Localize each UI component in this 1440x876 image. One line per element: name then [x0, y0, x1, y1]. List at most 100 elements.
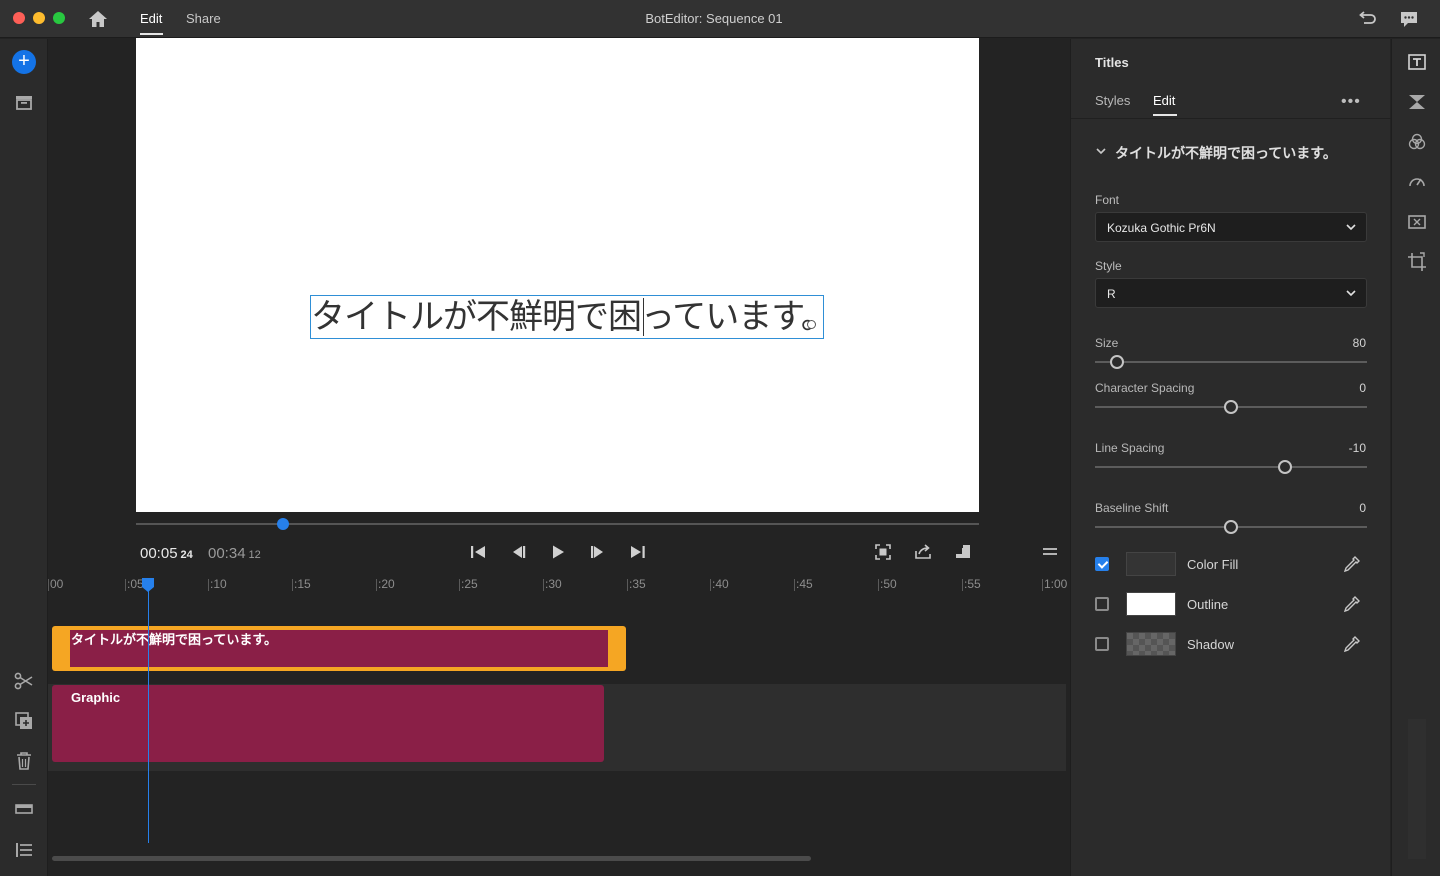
size-label: Size	[1095, 336, 1119, 350]
program-monitor[interactable]: タイトルが不鮮明で困っています。	[136, 38, 979, 512]
titles-icon[interactable]	[1406, 51, 1428, 73]
ruler-tick: :35	[627, 577, 646, 591]
color-fill-checkbox[interactable]	[1095, 557, 1109, 571]
scrubber-knob[interactable]	[277, 518, 289, 530]
rail-scrollbar[interactable]	[1408, 719, 1426, 859]
shadow-label: Shadow	[1187, 637, 1234, 652]
ruler-tick: :15	[292, 577, 311, 591]
title-clip-label: タイトルが不鮮明で困っています。	[71, 632, 278, 647]
ruler-tick: 1:00	[1041, 577, 1068, 591]
chevron-down-icon[interactable]	[1095, 145, 1107, 157]
character-spacing-label: Character Spacing	[1095, 381, 1195, 395]
add-media-icon[interactable]: +	[12, 50, 36, 74]
audio-icon[interactable]	[1406, 211, 1428, 233]
scrubber-track[interactable]	[136, 523, 979, 525]
character-spacing-slider-knob[interactable]	[1224, 400, 1238, 414]
text-caret	[643, 298, 644, 336]
fit-frame-icon[interactable]	[873, 542, 893, 562]
go-to-start-icon[interactable]	[468, 542, 488, 562]
play-icon[interactable]	[548, 542, 568, 562]
title-text-box[interactable]: タイトルが不鮮明で困っています。	[310, 295, 824, 339]
graphic-clip[interactable]: Graphic	[52, 685, 604, 762]
trash-icon[interactable]	[12, 749, 36, 773]
baseline-shift-slider-knob[interactable]	[1224, 520, 1238, 534]
window-title: BotEditor: Sequence 01	[645, 11, 783, 26]
line-spacing-slider-knob[interactable]	[1278, 460, 1293, 474]
panel-divider	[1071, 118, 1391, 119]
panel-title: Titles	[1095, 55, 1129, 70]
track-icon[interactable]	[12, 797, 36, 821]
character-spacing-value[interactable]: 0	[1359, 381, 1366, 395]
style-select[interactable]: R	[1095, 278, 1367, 308]
tab-edit-underline-panel	[1153, 114, 1177, 116]
ruler-tick: :45	[794, 577, 813, 591]
timeline-ruler[interactable]: 00 :05 :10 :15 :20 :25 :30 :35 :40 :45 :…	[47, 577, 1068, 599]
resize-handle[interactable]	[807, 320, 816, 329]
line-spacing-value[interactable]: -10	[1349, 441, 1366, 455]
section-title[interactable]: タイトルが不鮮明で困っています。	[1115, 143, 1337, 163]
feedback-icon[interactable]	[1398, 8, 1420, 30]
list-icon[interactable]	[12, 838, 36, 862]
chevron-down-icon	[1345, 287, 1357, 299]
size-value[interactable]: 80	[1353, 336, 1366, 350]
right-tool-rail	[1391, 39, 1440, 876]
tab-edit-panel[interactable]: Edit	[1153, 93, 1175, 108]
graphic-clip-label: Graphic	[71, 690, 121, 705]
color-fill-label: Color Fill	[1187, 557, 1239, 572]
tab-edit-underline	[140, 33, 163, 35]
ruler-tick: :50	[878, 577, 897, 591]
duration-timecode: 00:34 12	[208, 545, 261, 562]
size-slider-track[interactable]	[1095, 361, 1367, 363]
playhead-icon[interactable]	[141, 577, 155, 593]
ruler-tick: :10	[208, 577, 227, 591]
current-time: 00:05	[140, 545, 178, 562]
title-text[interactable]: タイトルが不鮮明で困っています。	[311, 296, 823, 338]
quality-icon[interactable]	[953, 542, 973, 562]
outline-swatch[interactable]	[1126, 592, 1176, 616]
ruler-tick: 00	[47, 577, 64, 591]
export-frame-icon[interactable]	[913, 542, 933, 562]
font-select[interactable]: Kozuka Gothic Pr6N	[1095, 212, 1367, 242]
current-frame: 24	[180, 549, 193, 561]
go-to-end-icon[interactable]	[628, 542, 648, 562]
ruler-tick: :55	[962, 577, 981, 591]
ruler-tick: :25	[459, 577, 478, 591]
shadow-swatch[interactable]	[1126, 632, 1176, 656]
outline-label: Outline	[1187, 597, 1229, 612]
transitions-icon[interactable]	[1406, 91, 1428, 113]
playhead-line	[148, 584, 149, 843]
ruler-tick: :20	[376, 577, 395, 591]
eyedropper-icon[interactable]	[1343, 555, 1361, 573]
speed-icon[interactable]	[1406, 171, 1428, 193]
more-options-icon[interactable]: •••	[1341, 93, 1361, 111]
baseline-shift-value[interactable]: 0	[1359, 501, 1366, 515]
outline-checkbox[interactable]	[1095, 597, 1109, 611]
timeline-scrollbar[interactable]	[52, 856, 811, 861]
color-icon[interactable]	[1406, 131, 1428, 153]
line-spacing-slider-track[interactable]	[1095, 466, 1367, 468]
crop-icon[interactable]	[1406, 251, 1428, 273]
shadow-checkbox[interactable]	[1095, 637, 1109, 651]
step-back-icon[interactable]	[508, 542, 528, 562]
eyedropper-icon[interactable]	[1343, 635, 1361, 653]
size-slider-knob[interactable]	[1109, 355, 1124, 369]
title-clip[interactable]: タイトルが不鮮明で困っています。	[52, 626, 626, 671]
timeline-menu-icon[interactable]	[1040, 542, 1060, 562]
tab-styles[interactable]: Styles	[1095, 93, 1130, 108]
baseline-shift-label: Baseline Shift	[1095, 501, 1169, 515]
duplicate-icon[interactable]	[12, 709, 36, 733]
toolbar-divider	[12, 784, 36, 785]
eyedropper-icon[interactable]	[1343, 595, 1361, 613]
ruler-tick: :40	[710, 577, 729, 591]
undo-icon[interactable]	[1356, 8, 1378, 30]
step-forward-icon[interactable]	[588, 542, 608, 562]
color-fill-swatch[interactable]	[1126, 552, 1176, 576]
ruler-tick: :30	[543, 577, 562, 591]
style-select-value: R	[1107, 287, 1116, 301]
duration-time: 00:34	[208, 545, 246, 562]
style-label: Style	[1095, 259, 1122, 273]
titles-panel: Titles Styles Edit ••• タイトルが不鮮明で困っています。 …	[1070, 39, 1391, 876]
scissors-icon[interactable]	[12, 669, 36, 693]
duration-frame: 12	[248, 549, 261, 561]
project-bin-icon[interactable]	[12, 90, 36, 114]
